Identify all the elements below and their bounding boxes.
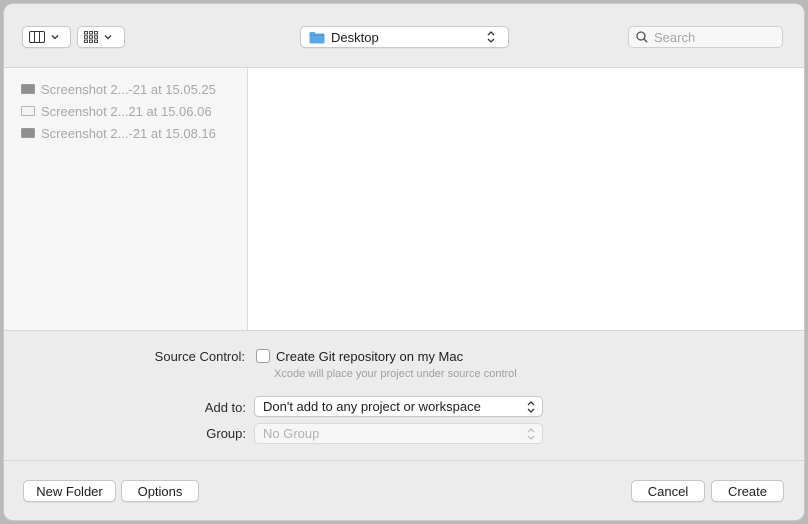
file-column[interactable]: Screenshot 2...-21 at 15.05.25 Screensho… xyxy=(4,68,248,330)
screenshot-file-icon xyxy=(21,106,35,116)
location-label: Desktop xyxy=(331,29,379,45)
preview-column[interactable] xyxy=(249,68,804,330)
file-browser: Screenshot 2...-21 at 15.05.25 Screensho… xyxy=(4,68,804,331)
file-item[interactable]: Screenshot 2...-21 at 15.05.25 xyxy=(4,78,247,100)
options-button[interactable]: Options xyxy=(121,480,199,502)
screenshot-file-icon xyxy=(21,128,35,138)
chevron-down-icon xyxy=(104,35,112,40)
up-down-chevron-icon xyxy=(527,400,535,413)
up-down-chevron-icon xyxy=(487,31,495,43)
save-dialog: Desktop Screenshot 2...-21 at 15.05.25 S… xyxy=(3,3,805,521)
grid-icon xyxy=(84,31,98,43)
group-select[interactable]: No Group xyxy=(254,423,543,444)
toolbar: Desktop xyxy=(4,4,804,68)
add-to-select[interactable]: Don't add to any project or workspace xyxy=(254,396,543,417)
folder-icon xyxy=(309,31,325,43)
screenshot-file-icon xyxy=(21,84,35,94)
search-field[interactable] xyxy=(628,26,783,48)
cancel-button[interactable]: Cancel xyxy=(631,480,705,502)
group-label: Group: xyxy=(206,426,246,441)
file-name: Screenshot 2...-21 at 15.08.16 xyxy=(41,125,216,141)
search-input[interactable] xyxy=(654,29,774,45)
add-to-value: Don't add to any project or workspace xyxy=(263,399,481,414)
add-to-label: Add to: xyxy=(204,400,246,415)
view-mode-button[interactable] xyxy=(22,26,71,48)
file-name: Screenshot 2...-21 at 15.05.25 xyxy=(41,81,216,97)
git-repository-label[interactable]: Create Git repository on my Mac xyxy=(276,349,463,364)
up-down-chevron-icon xyxy=(527,427,535,440)
git-hint-text: Xcode will place your project under sour… xyxy=(274,368,517,380)
file-item[interactable]: Screenshot 2...21 at 15.06.06 xyxy=(4,100,247,122)
file-item[interactable]: Screenshot 2...-21 at 15.08.16 xyxy=(4,122,247,144)
group-value: No Group xyxy=(263,426,320,441)
git-repository-checkbox[interactable] xyxy=(256,349,270,363)
new-folder-button[interactable]: New Folder xyxy=(23,480,116,502)
source-control-label: Source Control: xyxy=(154,349,245,364)
chevron-down-icon xyxy=(51,35,59,40)
search-icon xyxy=(636,31,648,43)
create-button[interactable]: Create xyxy=(711,480,784,502)
footer-separator xyxy=(4,460,804,461)
group-mode-button[interactable] xyxy=(77,26,125,48)
location-popup[interactable]: Desktop xyxy=(300,26,509,48)
file-name: Screenshot 2...21 at 15.06.06 xyxy=(41,103,212,119)
columns-icon xyxy=(29,31,45,43)
